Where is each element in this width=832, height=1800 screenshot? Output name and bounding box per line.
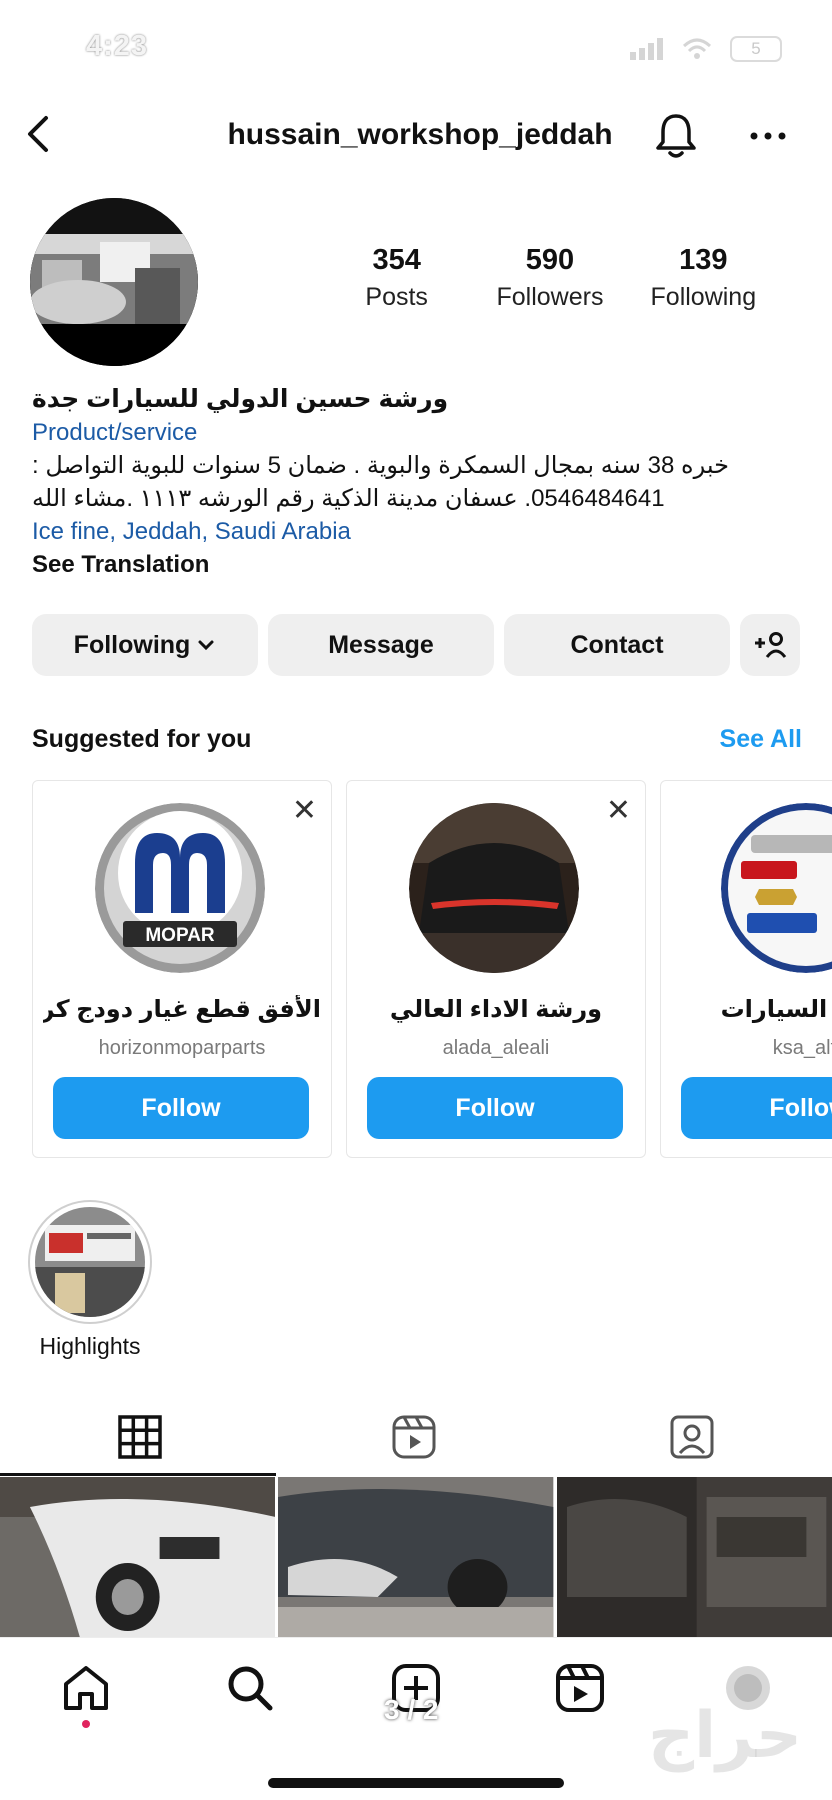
stat-value: 590 — [525, 244, 575, 276]
location-link[interactable]: Ice fine, Jeddah, Saudi Arabia — [32, 515, 812, 548]
status-time: 4:23 — [86, 30, 149, 62]
chevron-down-icon — [198, 640, 214, 651]
post-thumbnail[interactable] — [278, 1477, 554, 1637]
stat-following[interactable]: 139 Following — [627, 244, 780, 312]
bio-line: 0546484641. عسفان مدينة الذكية رقم الورش… — [32, 485, 665, 512]
suggested-cards: ✕ MOPAR الأفق قطع غيار دودج كرا... horiz… — [32, 780, 832, 1160]
active-tab-indicator — [0, 1473, 276, 1476]
bell-icon[interactable] — [652, 110, 700, 160]
suggested-card[interactable]: صيانة السيارات ksa_alto Follow — [660, 780, 832, 1158]
dismiss-icon[interactable]: ✕ — [606, 793, 631, 828]
suggested-card[interactable]: ✕ MOPAR الأفق قطع غيار دودج كرا... horiz… — [32, 780, 332, 1158]
stat-label: Following — [650, 283, 757, 311]
top-bar: hussain_workshop_jeddah — [0, 100, 832, 170]
signal-icon — [630, 38, 663, 60]
stat-value: 354 — [372, 244, 421, 276]
profile-username: hussain_workshop_jeddah — [227, 118, 613, 151]
suggested-handle: horizonmoparparts — [98, 1037, 266, 1059]
stat-value: 139 — [679, 244, 728, 276]
suggested-avatar[interactable] — [409, 803, 579, 973]
following-label: Following — [73, 630, 191, 659]
discover-people-button[interactable] — [740, 614, 800, 676]
home-indicator[interactable] — [268, 1778, 564, 1788]
status-icons: 5 — [630, 36, 782, 62]
stat-followers[interactable]: 590 Followers — [473, 244, 626, 312]
suggested-name: ورشة الاداء العالي — [389, 996, 603, 1023]
profile-bio: ورشة حسين الدولي للسيارات جدة Product/se… — [32, 383, 812, 581]
see-translation-link[interactable]: See Translation — [32, 548, 812, 581]
home-icon[interactable] — [58, 1660, 114, 1716]
content-tabs — [0, 1405, 832, 1476]
mopar-logo-text: MOPAR — [145, 925, 215, 946]
reels-tab-icon[interactable] — [390, 1413, 438, 1461]
watermark-logo: حراج — [648, 1699, 802, 1771]
stat-posts[interactable]: 354 Posts — [320, 244, 473, 312]
suggested-handle: alada_aleali — [442, 1037, 550, 1059]
profile-stats: 354 Posts 590 Followers 139 Following — [320, 244, 780, 312]
profile-avatar[interactable] — [30, 198, 198, 366]
reels-icon[interactable] — [552, 1660, 608, 1716]
posts-grid — [0, 1477, 832, 1637]
suggested-avatar[interactable]: MOPAR — [95, 803, 265, 973]
notification-dot — [82, 1720, 90, 1728]
post-thumbnail[interactable] — [556, 1477, 832, 1637]
suggested-handle: ksa_alto — [772, 1037, 832, 1059]
follow-button[interactable]: Follow — [681, 1077, 832, 1139]
more-options-icon[interactable] — [748, 130, 788, 142]
add-person-icon — [755, 632, 787, 658]
bio-line: خبره 38 سنه بمجال السمكرة والبوية . ضمان… — [32, 452, 729, 479]
display-name: ورشة حسين الدولي للسيارات جدة — [32, 385, 449, 413]
profile-actions: Following Message Contact — [32, 614, 802, 676]
category-label: Product/service — [32, 419, 198, 446]
see-all-link[interactable]: See All — [720, 725, 802, 754]
follow-button[interactable]: Follow — [53, 1077, 309, 1139]
suggested-header: Suggested for you See All — [32, 725, 802, 754]
follow-button[interactable]: Follow — [367, 1077, 623, 1139]
dismiss-icon[interactable]: ✕ — [292, 793, 317, 828]
highlight-circle[interactable] — [28, 1200, 152, 1324]
tagged-tab-icon[interactable] — [668, 1413, 716, 1461]
highlight-label: Highlights — [39, 1333, 141, 1359]
bottom-navigation: 3 / 2 حراج — [0, 1637, 832, 1800]
message-button[interactable]: Message — [268, 614, 494, 676]
highlight-thumbnail — [35, 1207, 145, 1317]
suggested-title: Suggested for you — [32, 725, 252, 753]
following-button[interactable]: Following — [32, 614, 258, 676]
suggested-name: الأفق قطع غيار دودج كرا... — [43, 996, 321, 1023]
suggested-card[interactable]: ✕ ورشة الاداء العالي alada_aleali Follow — [346, 780, 646, 1158]
status-bar: 4:23 5 — [0, 0, 832, 95]
stat-label: Followers — [496, 283, 604, 311]
contact-button[interactable]: Contact — [504, 614, 730, 676]
stat-label: Posts — [365, 283, 428, 311]
page-indicator: 3 / 2 — [384, 1694, 439, 1725]
search-icon[interactable] — [222, 1660, 278, 1716]
grid-icon[interactable] — [116, 1413, 164, 1461]
battery-icon: 5 — [730, 36, 782, 62]
wifi-icon — [682, 38, 712, 59]
post-thumbnail[interactable] — [0, 1477, 276, 1637]
suggested-avatar[interactable] — [721, 803, 832, 973]
suggested-name: صيانة السيارات — [720, 996, 832, 1023]
